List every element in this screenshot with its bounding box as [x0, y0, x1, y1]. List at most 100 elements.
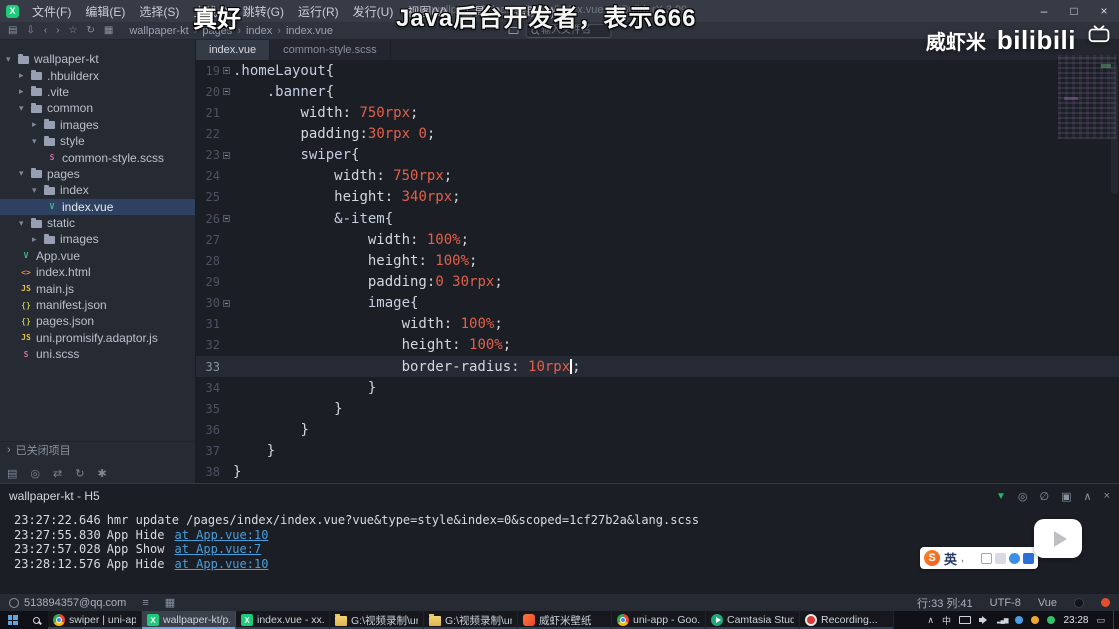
action-center-icon[interactable]: ▭: [1096, 615, 1105, 626]
chevron-down-icon[interactable]: ▾: [19, 218, 31, 229]
tree-item[interactable]: {}pages.json: [0, 313, 195, 329]
code-line[interactable]: 19.homeLayout{: [196, 60, 1119, 81]
code-editor[interactable]: 19.homeLayout{20 .banner{21 width: 750rp…: [196, 60, 1119, 483]
ime-keyboard-icon[interactable]: [981, 553, 992, 564]
tree-item[interactable]: Vindex.vue: [0, 199, 195, 215]
breadcrumb-item[interactable]: index: [246, 25, 272, 37]
breadcrumb-item[interactable]: wallpaper-kt: [129, 25, 188, 37]
close-panel-icon[interactable]: ×: [1104, 490, 1110, 502]
tree-item[interactable]: {}manifest.json: [0, 297, 195, 313]
chevron-right-icon[interactable]: ▸: [32, 119, 44, 130]
menu-item[interactable]: 运行(R): [291, 0, 346, 22]
code-line[interactable]: 35 }: [196, 398, 1119, 419]
log-source-link[interactable]: at App.vue:10: [175, 557, 269, 571]
tree-item[interactable]: ▸.hbuilderx: [0, 67, 195, 83]
menu-item[interactable]: 发行(U): [346, 0, 401, 22]
taskbar-item[interactable]: Camtasia Studi...: [706, 611, 800, 629]
taskbar-item[interactable]: index.vue - xx...: [236, 611, 330, 629]
show-desktop-button[interactable]: [1113, 611, 1117, 629]
tree-item[interactable]: ▾style: [0, 133, 195, 149]
fold-icon[interactable]: [223, 152, 230, 159]
taskbar-item[interactable]: G:\视频录制\uni...: [424, 611, 518, 629]
save-icon[interactable]: ⇩: [26, 25, 34, 37]
collapse-panel-icon[interactable]: ∧: [1084, 490, 1092, 503]
taskbar-search-button[interactable]: [25, 611, 48, 629]
tree-item[interactable]: ▾wallpaper-kt: [0, 51, 195, 67]
menu-item[interactable]: 文件(F): [25, 0, 78, 22]
code-line[interactable]: 27 width: 100%;: [196, 229, 1119, 250]
refresh-icon[interactable]: ↻: [87, 25, 95, 37]
fold-icon[interactable]: [223, 67, 230, 74]
tree-item[interactable]: ▸images: [0, 117, 195, 133]
chevron-right-icon[interactable]: ▸: [19, 86, 31, 97]
sync-icon[interactable]: ⇄: [53, 467, 62, 480]
tree-item[interactable]: ▾pages: [0, 166, 195, 182]
refresh-tree-icon[interactable]: ↻: [75, 467, 84, 480]
editor-tab[interactable]: index.vue: [196, 40, 270, 60]
nav-forward-icon[interactable]: ›: [56, 25, 59, 37]
panel-toggle-icon[interactable]: ▦: [165, 596, 175, 609]
tree-item[interactable]: ▾common: [0, 100, 195, 116]
nav-back-icon[interactable]: ‹: [44, 25, 47, 37]
taskbar-item[interactable]: wallpaper-kt/p...: [142, 611, 236, 629]
settings-icon[interactable]: ✱: [97, 467, 106, 480]
code-line[interactable]: 33 border-radius: 10rpx;: [196, 356, 1119, 377]
code-line[interactable]: 20 .banner{: [196, 81, 1119, 102]
code-line[interactable]: 24 width: 750rpx;: [196, 166, 1119, 187]
menu-item[interactable]: 选择(S): [132, 0, 186, 22]
tree-item[interactable]: ▾index: [0, 182, 195, 198]
tree-item[interactable]: JSuni.promisify.adaptor.js: [0, 330, 195, 346]
bookmark-icon[interactable]: ☆: [69, 25, 78, 37]
chevron-down-icon[interactable]: ▾: [32, 185, 44, 196]
ime-mode-label[interactable]: 英: [944, 549, 957, 568]
taskbar-item[interactable]: G:\视频录制\uni...: [330, 611, 424, 629]
files-view-icon[interactable]: ▤: [7, 467, 17, 480]
new-file-icon[interactable]: ▤: [8, 25, 17, 37]
code-line[interactable]: 21 width: 750rpx;: [196, 102, 1119, 123]
code-line[interactable]: 23 swiper{: [196, 145, 1119, 166]
network-icon[interactable]: ▂▄▆: [997, 617, 1007, 624]
log-source-link[interactable]: at App.vue:10: [175, 528, 269, 542]
fold-icon[interactable]: [223, 300, 230, 307]
fold-icon[interactable]: [223, 88, 230, 95]
tree-item[interactable]: ▸images: [0, 231, 195, 247]
taskbar-item[interactable]: uni-app - Goo...: [612, 611, 706, 629]
code-line[interactable]: 29 padding:0 30rpx;: [196, 271, 1119, 292]
code-line[interactable]: 36 }: [196, 419, 1119, 440]
volume-icon[interactable]: [979, 615, 989, 625]
maximize-button[interactable]: □: [1059, 0, 1089, 22]
tree-item[interactable]: ▸.vite: [0, 84, 195, 100]
code-line[interactable]: 26 &-item{: [196, 208, 1119, 229]
log-source-link[interactable]: at App.vue:7: [175, 542, 262, 556]
chevron-down-icon[interactable]: ▾: [6, 54, 18, 65]
chevron-down-icon[interactable]: ▾: [32, 136, 44, 147]
code-line[interactable]: 28 height: 100%;: [196, 250, 1119, 271]
code-line[interactable]: 31 width: 100%;: [196, 314, 1119, 335]
ime-indicator[interactable]: 中: [942, 614, 951, 627]
ime-skin-icon[interactable]: [1009, 553, 1020, 564]
outline-icon[interactable]: ≡: [142, 597, 148, 609]
tray-app-orange-icon[interactable]: [1031, 616, 1039, 624]
marketplace-icon[interactable]: ◎: [30, 467, 40, 480]
minimize-button[interactable]: –: [1029, 0, 1059, 22]
taskbar-item[interactable]: swiper | uni-ap...: [48, 611, 142, 629]
tree-item[interactable]: <>index.html: [0, 264, 195, 280]
taskbar-item[interactable]: Recording...: [800, 611, 894, 629]
tray-app-blue-icon[interactable]: [1015, 616, 1023, 624]
tray-expand-icon[interactable]: ∧: [927, 615, 934, 626]
code-line[interactable]: 34 }: [196, 377, 1119, 398]
taskbar-item[interactable]: 威虾米壁纸: [518, 611, 612, 629]
run-config-icon[interactable]: ▼: [996, 491, 1006, 502]
keyboard-icon[interactable]: [959, 616, 971, 624]
tree-item[interactable]: VApp.vue: [0, 248, 195, 264]
notification-dot-icon[interactable]: [1101, 598, 1110, 607]
chevron-down-icon[interactable]: ▾: [19, 168, 31, 179]
code-line[interactable]: 38}: [196, 462, 1119, 483]
clear-console-icon[interactable]: ∅: [1040, 490, 1050, 503]
chevron-down-icon[interactable]: ▾: [19, 103, 31, 114]
tree-item[interactable]: Suni.scss: [0, 346, 195, 362]
chevron-right-icon[interactable]: ▸: [32, 234, 44, 245]
cursor-position[interactable]: 行:33 列:41: [917, 595, 973, 611]
tray-app-green-icon[interactable]: [1047, 616, 1055, 624]
code-line[interactable]: 25 height: 340rpx;: [196, 187, 1119, 208]
